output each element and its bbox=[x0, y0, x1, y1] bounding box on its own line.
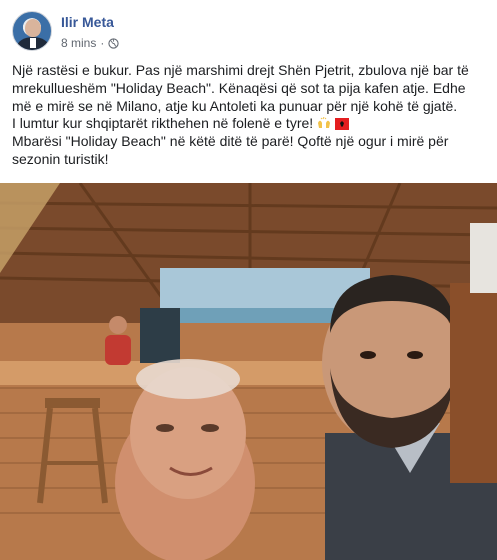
author-avatar[interactable] bbox=[12, 11, 52, 51]
post-paragraph-3: Mbarësi "Holiday Beach" në këtë ditë të … bbox=[12, 133, 449, 167]
photo-illustration bbox=[0, 183, 497, 560]
selfie-photo[interactable] bbox=[0, 183, 497, 560]
raising-hands-icon bbox=[318, 117, 331, 129]
post-paragraph-1: Një rastësi e bukur. Pas një marshimi dr… bbox=[12, 62, 469, 114]
avatar-face bbox=[25, 19, 41, 37]
post-paragraph-2: I lumtur kur shqiptarët rikthehen në fol… bbox=[12, 115, 314, 132]
post-paragraph-2-line: I lumtur kur shqiptarët rikthehen në fol… bbox=[12, 115, 488, 133]
author-name-link[interactable]: Ilir Meta bbox=[61, 14, 114, 30]
post-time[interactable]: 8 mins bbox=[61, 36, 96, 50]
meta-separator: · bbox=[100, 36, 105, 50]
albanian-flag-icon bbox=[334, 118, 349, 131]
avatar-shirt bbox=[30, 38, 36, 48]
post-body: Një rastësi e bukur. Pas një marshimi dr… bbox=[12, 62, 488, 169]
post-header: Ilir Meta 8 mins · bbox=[0, 0, 497, 56]
globe-icon[interactable] bbox=[108, 37, 119, 49]
post-meta: 8 mins · bbox=[61, 36, 119, 50]
